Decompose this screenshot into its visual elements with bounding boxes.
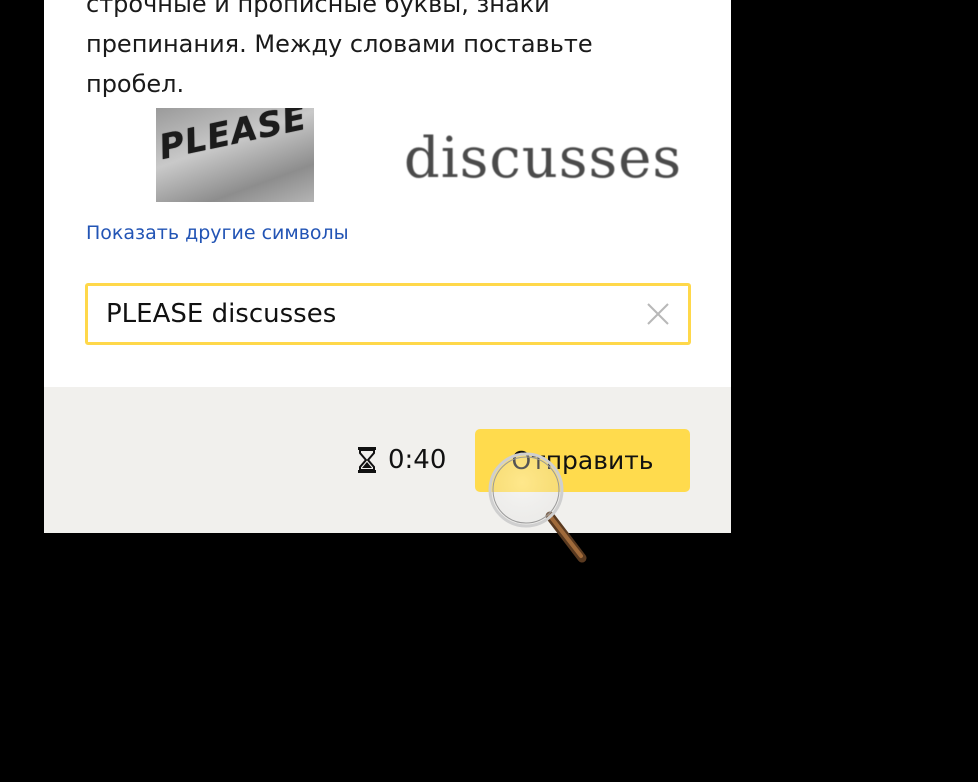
captcha-images: PLEASE discusses: [156, 108, 716, 202]
instructions-text: строчные и прописные буквы, знаки препин…: [86, 0, 593, 98]
timer-value: 0:40: [388, 445, 447, 475]
captcha-word-image-2: discusses: [404, 118, 681, 198]
captcha-word-2: discusses: [403, 125, 683, 191]
captcha-word-1: PLEASE: [156, 108, 311, 168]
answer-field: [85, 283, 691, 345]
submit-button[interactable]: Отправить: [475, 429, 690, 492]
dialog-footer: 0:40 Отправить: [44, 387, 731, 533]
captcha-dialog: строчные и прописные буквы, знаки препин…: [44, 0, 731, 533]
clear-icon[interactable]: [644, 300, 672, 328]
hourglass-icon: [358, 447, 376, 473]
answer-input[interactable]: [88, 285, 628, 343]
captcha-word-image-1: PLEASE: [156, 108, 314, 202]
show-other-symbols-link[interactable]: Показать другие символы: [86, 222, 349, 244]
countdown-timer: 0:40: [357, 445, 446, 475]
